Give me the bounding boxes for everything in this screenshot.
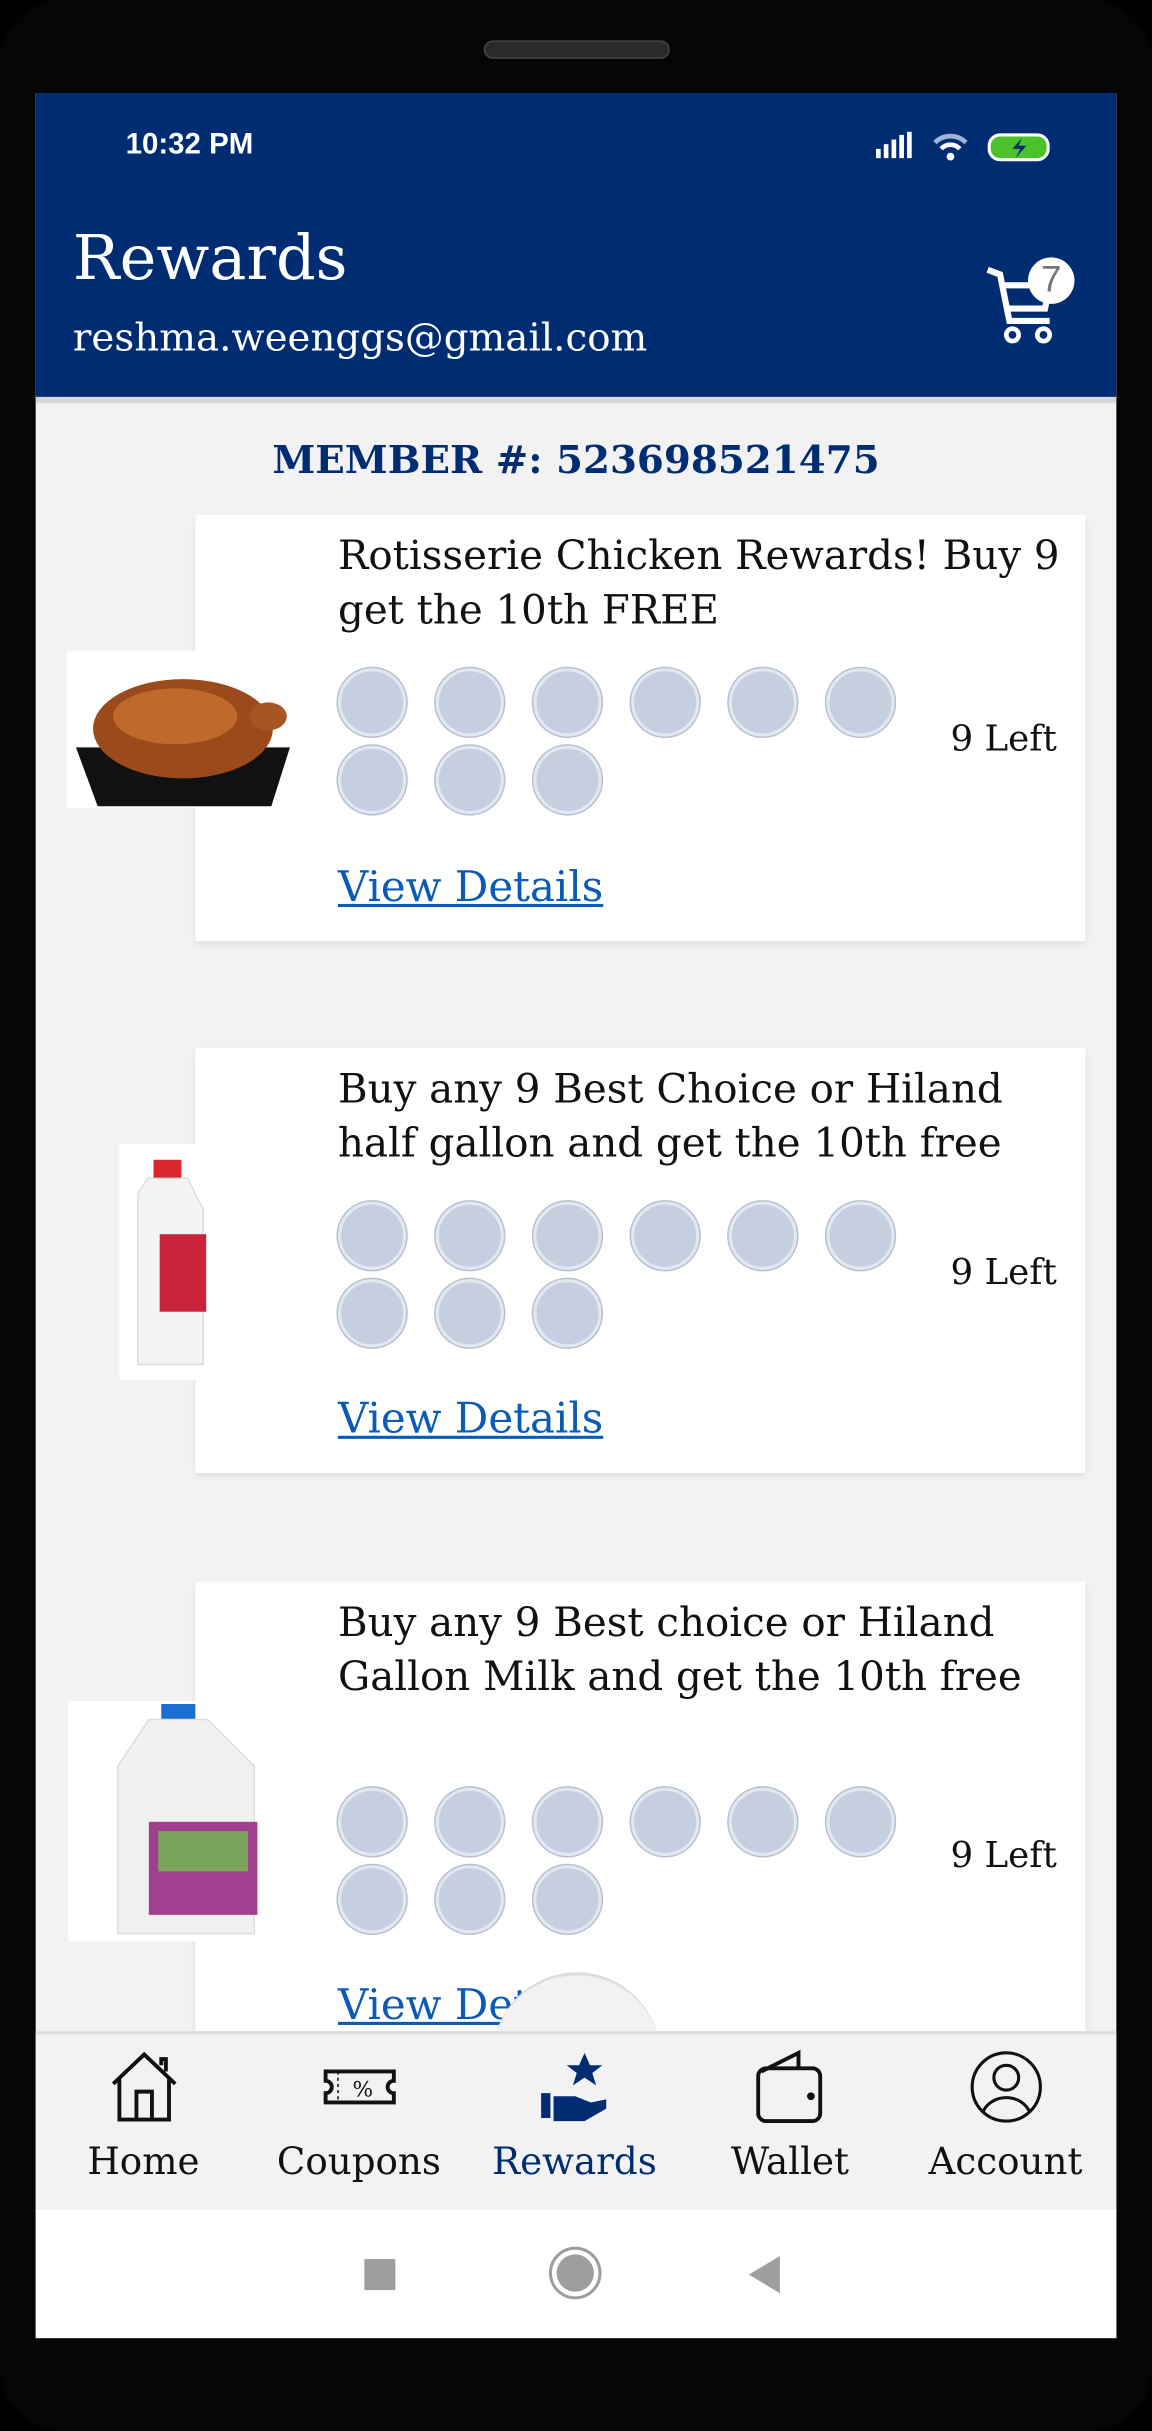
stamp-grid	[338, 668, 927, 815]
recents-button[interactable]	[364, 2259, 396, 2291]
system-nav-bar	[35, 2209, 1117, 2339]
gallon-milk-image	[68, 1700, 300, 1942]
stamp-empty	[435, 1279, 504, 1348]
stamp-grid	[338, 1787, 927, 1934]
status-icons	[876, 131, 1050, 162]
svg-text:%: %	[352, 2077, 373, 2102]
stamp-empty	[533, 1865, 602, 1934]
header-shadow	[35, 396, 1117, 404]
stamp-empty	[338, 1201, 407, 1270]
status-time: 10:32 PM	[125, 128, 254, 162]
stamp-empty	[631, 1787, 700, 1856]
view-details-link[interactable]: View Details	[338, 1395, 603, 1443]
member-number: MEMBER #: 523698521475	[272, 437, 880, 483]
reward-card: Rotisserie Chicken Rewards! Buy 9 get th…	[195, 514, 1086, 942]
stamp-empty	[435, 745, 504, 815]
stamps-left: 9 Left	[950, 1252, 1057, 1294]
page-title: Rewards	[72, 223, 348, 295]
nav-wallet[interactable]: Wallet	[682, 2049, 898, 2184]
account-icon	[969, 2051, 1042, 2123]
cart-count-badge: 7	[1027, 257, 1075, 304]
screen: 10:32 PM Rewards reshma.weenggs@gmail.co…	[35, 93, 1117, 2339]
nav-home[interactable]: Home	[36, 2050, 252, 2183]
stamp-empty	[533, 1279, 602, 1348]
reward-title: Buy any 9 Best Choice or Hiland half gal…	[338, 1066, 1003, 1168]
stamps-left: 9 Left	[950, 1835, 1057, 1877]
stamp-empty	[826, 1787, 895, 1856]
home-system-button[interactable]	[551, 2249, 599, 2297]
nav-label: Home	[87, 2139, 200, 2184]
rewards-icon	[540, 2052, 606, 2122]
phone-frame: 10:32 PM Rewards reshma.weenggs@gmail.co…	[0, 0, 1152, 2431]
back-button[interactable]	[748, 2255, 783, 2294]
stamp-empty	[533, 1787, 602, 1856]
stamps-left: 9 Left	[950, 719, 1057, 760]
stamp-empty	[338, 745, 407, 815]
stamp-empty	[435, 1865, 504, 1934]
wallet-icon	[755, 2049, 822, 2124]
nav-account[interactable]: Account	[898, 2050, 1114, 2183]
half-gallon-milk-image	[119, 1144, 227, 1380]
reward-title: Buy any 9 Best choice or Hiland Gallon M…	[338, 1600, 1022, 1701]
reward-title: Rotisserie Chicken Rewards! Buy 9 get th…	[338, 533, 1060, 635]
user-email: reshma.weenggs@gmail.com	[72, 314, 648, 360]
stamp-empty	[338, 1787, 407, 1856]
stamp-empty	[338, 1279, 407, 1348]
reward-card: Buy any 9 Best Choice or Hiland half gal…	[195, 1048, 1086, 1473]
stamp-empty	[338, 668, 407, 737]
nav-label: Coupons	[276, 2139, 441, 2184]
rotisserie-chicken-image	[66, 651, 298, 808]
stamp-empty	[435, 1201, 504, 1270]
stamp-empty	[435, 668, 504, 737]
stamp-empty	[826, 1201, 895, 1270]
stamp-empty	[338, 1865, 407, 1934]
nav-label: Account	[928, 2139, 1083, 2184]
speaker	[483, 40, 670, 59]
stamp-empty	[533, 1201, 602, 1270]
stamp-empty	[435, 1787, 504, 1856]
stamp-empty	[533, 745, 602, 815]
nav-label: Wallet	[730, 2139, 849, 2184]
stamp-empty	[826, 668, 895, 737]
stamp-grid	[338, 1201, 927, 1348]
nav-rewards[interactable]: Rewards	[467, 2050, 683, 2183]
coupon-icon: %	[322, 2069, 395, 2105]
stamp-empty	[631, 668, 700, 737]
stamp-empty	[728, 1787, 797, 1856]
stamp-empty	[728, 1201, 797, 1270]
view-details-link[interactable]: View Details	[338, 864, 603, 912]
stamp-empty	[631, 1201, 700, 1270]
stamp-empty	[728, 668, 797, 737]
stamp-empty	[533, 668, 602, 737]
nav-label: Rewards	[492, 2139, 657, 2184]
home-icon	[111, 2051, 176, 2122]
app-header: 10:32 PM Rewards reshma.weenggs@gmail.co…	[35, 93, 1117, 397]
nav-coupons[interactable]: % Coupons	[251, 2050, 467, 2183]
